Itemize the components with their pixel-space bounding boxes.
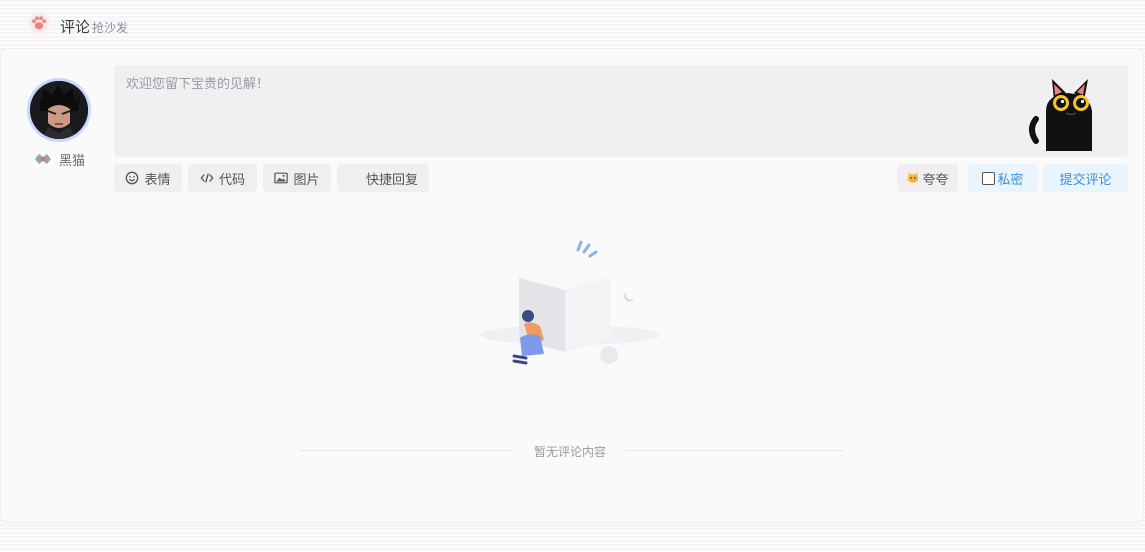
paw-icon xyxy=(28,12,50,34)
empty-state-text: 暂无评论内容 xyxy=(533,445,606,459)
quick-reply-label: 快捷回复 xyxy=(365,172,418,188)
avatar[interactable] xyxy=(27,78,91,142)
code-icon xyxy=(200,173,214,183)
avatar-image xyxy=(30,81,88,139)
black-cat-icon xyxy=(1029,79,1092,151)
image-button[interactable]: 图片 xyxy=(263,164,331,192)
image-icon xyxy=(274,172,289,184)
praise-button[interactable]: 夸夸 xyxy=(897,164,958,192)
comment-placeholder: 欢迎您留下宝贵的见解！ xyxy=(126,77,270,92)
divider-right xyxy=(625,450,843,451)
badge-icon xyxy=(35,154,51,164)
private-toggle[interactable]: 私密 xyxy=(968,164,1038,192)
section-title: 评论 xyxy=(60,18,91,36)
emoji-button[interactable]: 表情 xyxy=(114,164,182,192)
image-label: 图片 xyxy=(293,172,320,188)
praise-label: 夸夸 xyxy=(922,172,949,188)
comment-header: 评论 抢沙发 xyxy=(0,0,1145,46)
comment-input[interactable]: 欢迎您留下宝贵的见解！ xyxy=(114,65,1128,157)
private-label: 私密 xyxy=(997,172,1024,188)
code-label: 代码 xyxy=(218,172,245,188)
submit-comment-button[interactable]: 提交评论 xyxy=(1043,164,1128,192)
section-subtitle: 抢沙发 xyxy=(92,21,129,35)
submit-label: 提交评论 xyxy=(1059,172,1112,188)
user-nickname: 黑猫 xyxy=(33,150,86,169)
emoji-label: 表情 xyxy=(144,172,171,188)
private-checkbox[interactable] xyxy=(982,171,996,185)
code-button[interactable]: 代码 xyxy=(188,164,257,192)
quick-reply-button[interactable]: 快捷回复 xyxy=(337,164,429,192)
smile-icon xyxy=(126,171,139,185)
nickname-text: 黑猫 xyxy=(59,153,86,169)
empty-illustration xyxy=(480,240,660,365)
divider-left xyxy=(300,450,512,451)
cat-face-icon xyxy=(908,172,919,183)
